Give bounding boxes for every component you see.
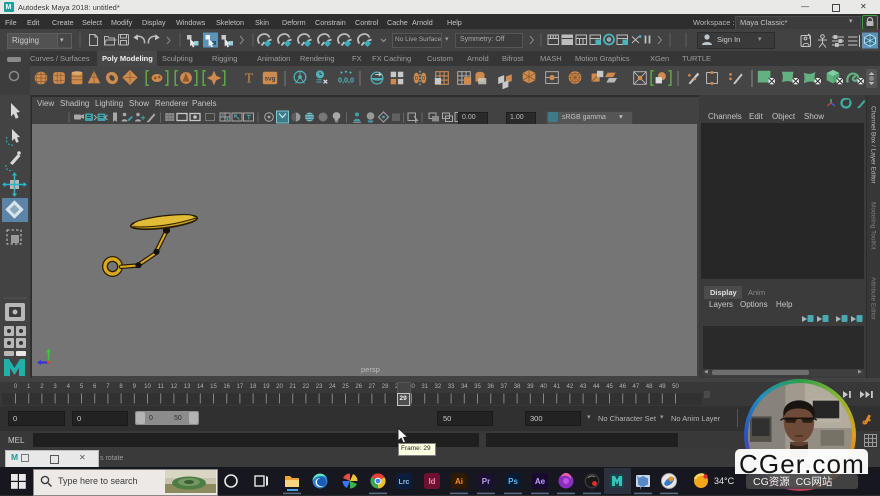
svg-text:Id: Id [428,477,435,486]
svg-text:Ps: Ps [508,477,518,486]
svg-text:Pr: Pr [482,477,490,486]
svg-text:Ai: Ai [455,477,463,486]
svg-text:Lrc: Lrc [399,479,410,486]
svg-text:Ae: Ae [535,477,546,486]
